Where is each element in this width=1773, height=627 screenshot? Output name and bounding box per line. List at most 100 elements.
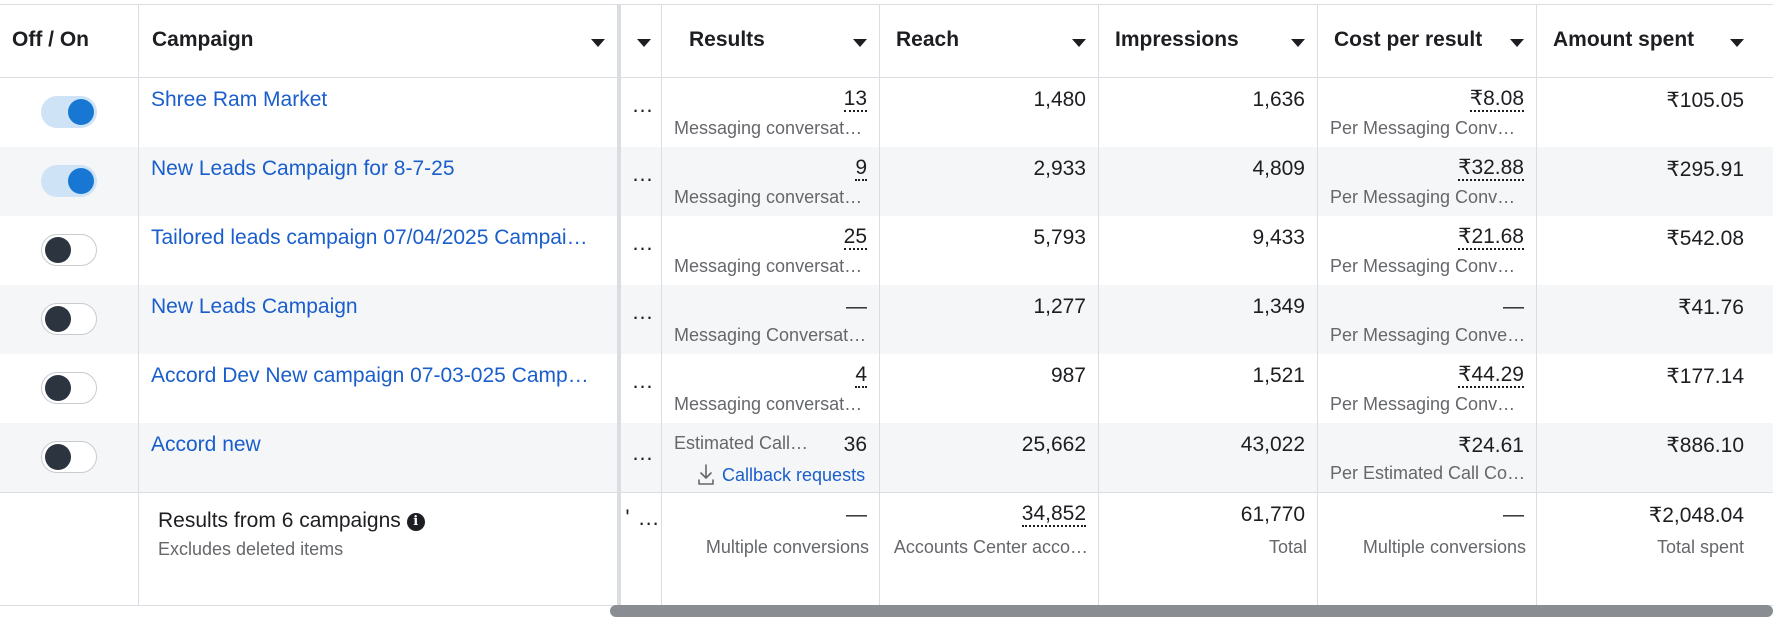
callback-requests-link[interactable]: Callback requests	[696, 463, 865, 487]
cpr-cell: ₹21.68 Per Messaging Conv…	[1318, 216, 1537, 285]
toggle-cell	[0, 216, 139, 285]
summary-reach-value[interactable]: 34,852	[1021, 503, 1086, 527]
reach-value: 987	[1050, 364, 1086, 387]
summary-campaign-cell: Results from 6 campaigns i Excludes delet…	[139, 493, 621, 605]
reach-value: 1,480	[1033, 88, 1086, 111]
summary-title-wrap: Results from 6 campaigns i	[158, 509, 425, 533]
cpr-subtext: Per Messaging Conv…	[1330, 118, 1516, 138]
col-header-reach[interactable]: Reach	[880, 5, 1099, 77]
cpr-value[interactable]: ₹8.08	[1469, 88, 1524, 112]
col-header-campaign-label: Campaign	[152, 28, 254, 51]
amount-cell: ₹295.91	[1537, 147, 1773, 216]
col-header-toggle[interactable]: Off / On	[0, 5, 139, 77]
summary-subtitle: Excludes deleted items	[158, 539, 344, 559]
campaign-toggle[interactable]	[41, 165, 97, 197]
campaign-toggle[interactable]	[41, 303, 97, 335]
hidden-cell: …	[625, 216, 662, 285]
col-header-cost-per-result[interactable]: Cost per result	[1318, 5, 1537, 77]
toggle-knob	[45, 237, 71, 263]
results-cell: 25 Messaging conversat…	[662, 216, 880, 285]
toggle-cell	[0, 423, 139, 492]
amount-value: ₹886.10	[1666, 434, 1744, 457]
ellipsis-text: …	[631, 440, 655, 465]
campaign-toggle[interactable]	[41, 234, 97, 266]
chevron-down-icon[interactable]	[1730, 39, 1744, 47]
cpr-value[interactable]: ₹21.68	[1458, 226, 1524, 250]
campaign-name-link[interactable]: New Leads Campaign for 8-7-25	[151, 157, 601, 181]
summary-title: Results from 6 campaigns	[158, 509, 401, 532]
results-value: —	[846, 295, 867, 318]
toggle-knob	[45, 444, 71, 470]
col-header-results[interactable]: Results	[662, 5, 880, 77]
cpr-subtext: Per Messaging Conv…	[1330, 187, 1516, 207]
reach-value: 5,793	[1033, 226, 1086, 249]
chevron-down-icon[interactable]	[853, 39, 867, 47]
cpr-value[interactable]: ₹32.88	[1458, 157, 1524, 181]
cpr-cell: ₹32.88 Per Messaging Conv…	[1318, 147, 1537, 216]
summary-reach-cell: 34,852 Accounts Center acco…	[880, 493, 1099, 605]
table-header: Off / On Campaign Results Reach Impressi…	[0, 4, 1773, 78]
col-header-amount-label: Amount spent	[1553, 28, 1695, 51]
reach-cell: 25,662	[880, 423, 1099, 492]
impressions-value: 1,349	[1252, 295, 1305, 318]
results-subtext: Messaging conversat…	[674, 118, 863, 138]
horizontal-scrollbar[interactable]	[610, 605, 1773, 617]
amount-cell: ₹886.10	[1537, 423, 1773, 492]
results-cell: 13 Messaging conversat…	[662, 78, 880, 147]
chevron-down-icon[interactable]	[1510, 39, 1524, 47]
campaign-name-link[interactable]: Accord Dev New campaign 07-03-025 Camp…	[151, 364, 601, 388]
campaign-toggle[interactable]	[41, 372, 97, 404]
campaign-name-link[interactable]: New Leads Campaign	[151, 295, 601, 319]
results-value[interactable]: 25	[843, 226, 867, 250]
hidden-cell: …	[625, 285, 662, 354]
impressions-cell: 1,636	[1099, 78, 1318, 147]
results-value[interactable]: 4	[855, 364, 867, 388]
campaign-name-link[interactable]: Tailored leads campaign 07/04/2025 Campa…	[151, 226, 601, 250]
results-subtext: Messaging Conversati…	[674, 325, 869, 345]
campaign-table: Off / On Campaign Results Reach Impressi…	[0, 4, 1773, 606]
summary-cpr-subtext: Multiple conversions	[1362, 537, 1526, 557]
results-estimate-label: Estimated Call C…	[674, 433, 809, 453]
chevron-down-icon[interactable]	[637, 39, 651, 47]
chevron-down-icon[interactable]	[1072, 39, 1086, 47]
summary-results-subtext: Multiple conversions	[705, 537, 869, 557]
toggle-knob	[45, 306, 71, 332]
results-value[interactable]: 13	[843, 88, 867, 112]
results-cell: 4 Messaging conversat…	[662, 354, 880, 423]
impressions-cell: 4,809	[1099, 147, 1318, 216]
info-icon[interactable]: i	[406, 513, 425, 531]
amount-value: ₹105.05	[1666, 89, 1744, 112]
campaign-cell: Accord new	[139, 423, 621, 492]
col-header-campaign[interactable]: Campaign	[139, 5, 621, 77]
cpr-cell: ₹8.08 Per Messaging Conv…	[1318, 78, 1537, 147]
chevron-down-icon[interactable]	[591, 39, 605, 47]
impressions-value: 9,433	[1252, 226, 1305, 249]
amount-value: ₹41.76	[1678, 296, 1744, 319]
summary-cpr-cell: — Multiple conversions	[1318, 493, 1537, 605]
campaign-name-link[interactable]: Accord new	[151, 433, 601, 457]
results-subtext: Messaging conversat…	[674, 394, 863, 414]
cpr-subtext: Per Estimated Call Co…	[1330, 463, 1526, 483]
toggle-knob	[68, 99, 94, 125]
summary-impressions-value: 61,770	[1240, 503, 1305, 526]
table-row: New Leads Campaign for 8-7-25 … 9 Messag…	[0, 147, 1773, 216]
col-header-hidden[interactable]	[625, 5, 662, 77]
results-cell: 9 Messaging conversat…	[662, 147, 880, 216]
cpr-value[interactable]: ₹44.29	[1458, 364, 1524, 388]
table-row: Shree Ram Market … 13 Messaging conversa…	[0, 78, 1773, 147]
amount-value: ₹542.08	[1666, 227, 1744, 250]
col-header-impressions[interactable]: Impressions	[1099, 5, 1318, 77]
chevron-down-icon[interactable]	[1291, 39, 1305, 47]
reach-cell: 1,277	[880, 285, 1099, 354]
campaign-toggle[interactable]	[41, 441, 97, 473]
col-header-amount-spent[interactable]: Amount spent	[1537, 5, 1773, 77]
impressions-value: 4,809	[1252, 157, 1305, 180]
reach-value: 2,933	[1033, 157, 1086, 180]
campaign-toggle[interactable]	[41, 96, 97, 128]
cpr-subtext: Per Messaging Conv…	[1330, 256, 1516, 276]
impressions-value: 1,636	[1252, 88, 1305, 111]
results-value[interactable]: 9	[855, 157, 867, 181]
summary-amount-subtext: Total spent	[1656, 537, 1744, 557]
cpr-value: —	[1503, 295, 1524, 318]
campaign-name-link[interactable]: Shree Ram Market	[151, 88, 601, 112]
